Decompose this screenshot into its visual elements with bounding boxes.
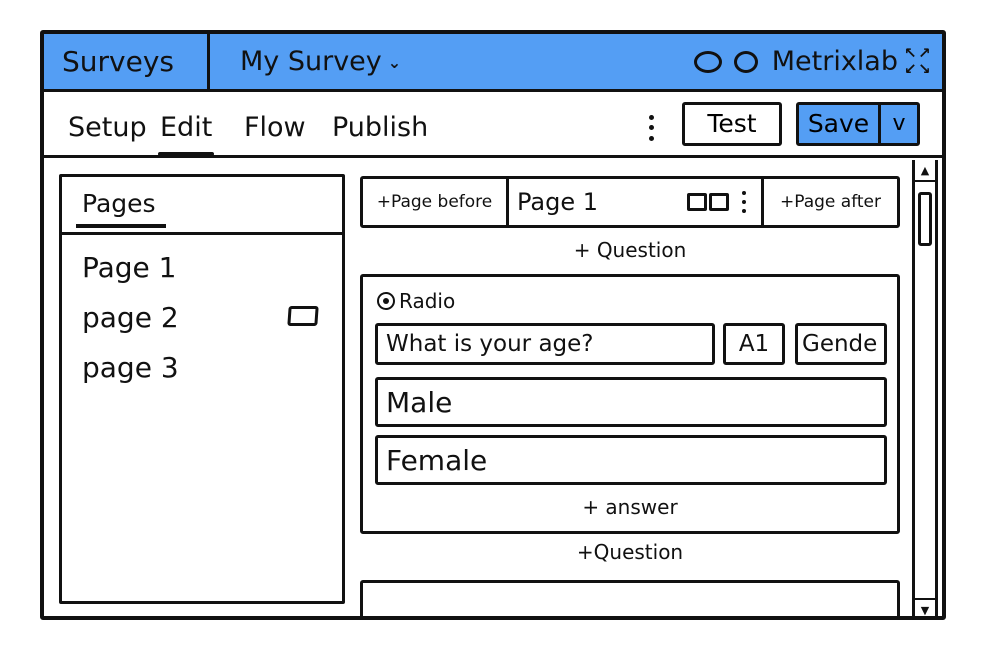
- chevron-down-icon: ⌄: [387, 53, 402, 72]
- square-icon[interactable]: [687, 193, 707, 211]
- add-page-before-button[interactable]: +Page before: [363, 179, 509, 225]
- question-text-input[interactable]: [375, 323, 715, 365]
- test-button[interactable]: Test: [682, 102, 782, 146]
- question-type-label: Radio: [399, 289, 456, 313]
- question-code-input[interactable]: [723, 323, 785, 365]
- page-list-item[interactable]: page 2: [82, 301, 179, 334]
- save-button-group: Save v: [796, 102, 920, 146]
- tab-flow[interactable]: Flow: [244, 110, 306, 146]
- vertical-scrollbar[interactable]: ▲ ▼: [912, 160, 938, 620]
- question-card: Radio + answer: [360, 274, 900, 534]
- kebab-icon[interactable]: [741, 191, 747, 213]
- brand-name: Metrixlab: [771, 46, 898, 77]
- scrollbar-thumb[interactable]: [918, 192, 932, 246]
- circle-icon[interactable]: [733, 50, 758, 73]
- add-answer-button[interactable]: + answer: [363, 495, 897, 519]
- app-title[interactable]: Surveys: [44, 34, 210, 89]
- pages-header: Pages: [62, 177, 342, 235]
- square-icon[interactable]: [709, 193, 729, 211]
- pages-panel: Pages Page 1 page 2 page 3: [59, 174, 345, 604]
- question-variable-input[interactable]: [795, 323, 887, 365]
- kebab-icon[interactable]: [644, 112, 658, 144]
- tab-publish[interactable]: Publish: [332, 110, 428, 146]
- answer-input[interactable]: [375, 435, 887, 485]
- page-list-item[interactable]: page 3: [82, 351, 179, 384]
- app-window: Surveys My Survey ⌄ Metrixlab ↖ ↗ ↙ ↘ Set…: [40, 30, 946, 620]
- question-card: [360, 580, 900, 620]
- radio-icon: [377, 292, 395, 310]
- question-type[interactable]: Radio: [377, 289, 455, 313]
- add-question-button[interactable]: +Question: [360, 540, 900, 564]
- top-bar: Surveys My Survey ⌄ Metrixlab ↖ ↗ ↙ ↘: [44, 34, 942, 92]
- editor-content: +Page before Page 1 +Page after + Questi…: [360, 158, 916, 620]
- page-navigation: +Page before Page 1 +Page after: [360, 176, 900, 228]
- save-button[interactable]: Save: [799, 105, 881, 143]
- scroll-up-icon[interactable]: ▲: [915, 160, 935, 182]
- save-dropdown-button[interactable]: v: [881, 105, 917, 143]
- current-page[interactable]: Page 1: [509, 179, 761, 225]
- survey-selector[interactable]: My Survey ⌄: [240, 34, 401, 89]
- answer-input[interactable]: [375, 377, 887, 427]
- current-page-title: Page 1: [517, 188, 598, 216]
- add-page-after-button[interactable]: +Page after: [761, 179, 897, 225]
- expand-icon[interactable]: ↖ ↗ ↙ ↘: [902, 44, 934, 80]
- tab-edit[interactable]: Edit: [157, 110, 215, 156]
- tab-setup[interactable]: Setup: [68, 110, 147, 146]
- top-bar-right: Metrixlab ↖ ↗ ↙ ↘: [693, 34, 934, 89]
- circle-icon[interactable]: [693, 50, 722, 73]
- page-icon[interactable]: [287, 306, 319, 326]
- pages-tab[interactable]: Pages: [76, 189, 166, 228]
- tab-bar: Setup Edit Flow Publish Test Save v: [44, 92, 942, 158]
- page-list-item[interactable]: Page 1: [82, 251, 177, 284]
- scroll-down-icon[interactable]: ▼: [915, 598, 935, 620]
- add-question-button[interactable]: + Question: [360, 238, 900, 262]
- survey-title: My Survey: [240, 46, 382, 77]
